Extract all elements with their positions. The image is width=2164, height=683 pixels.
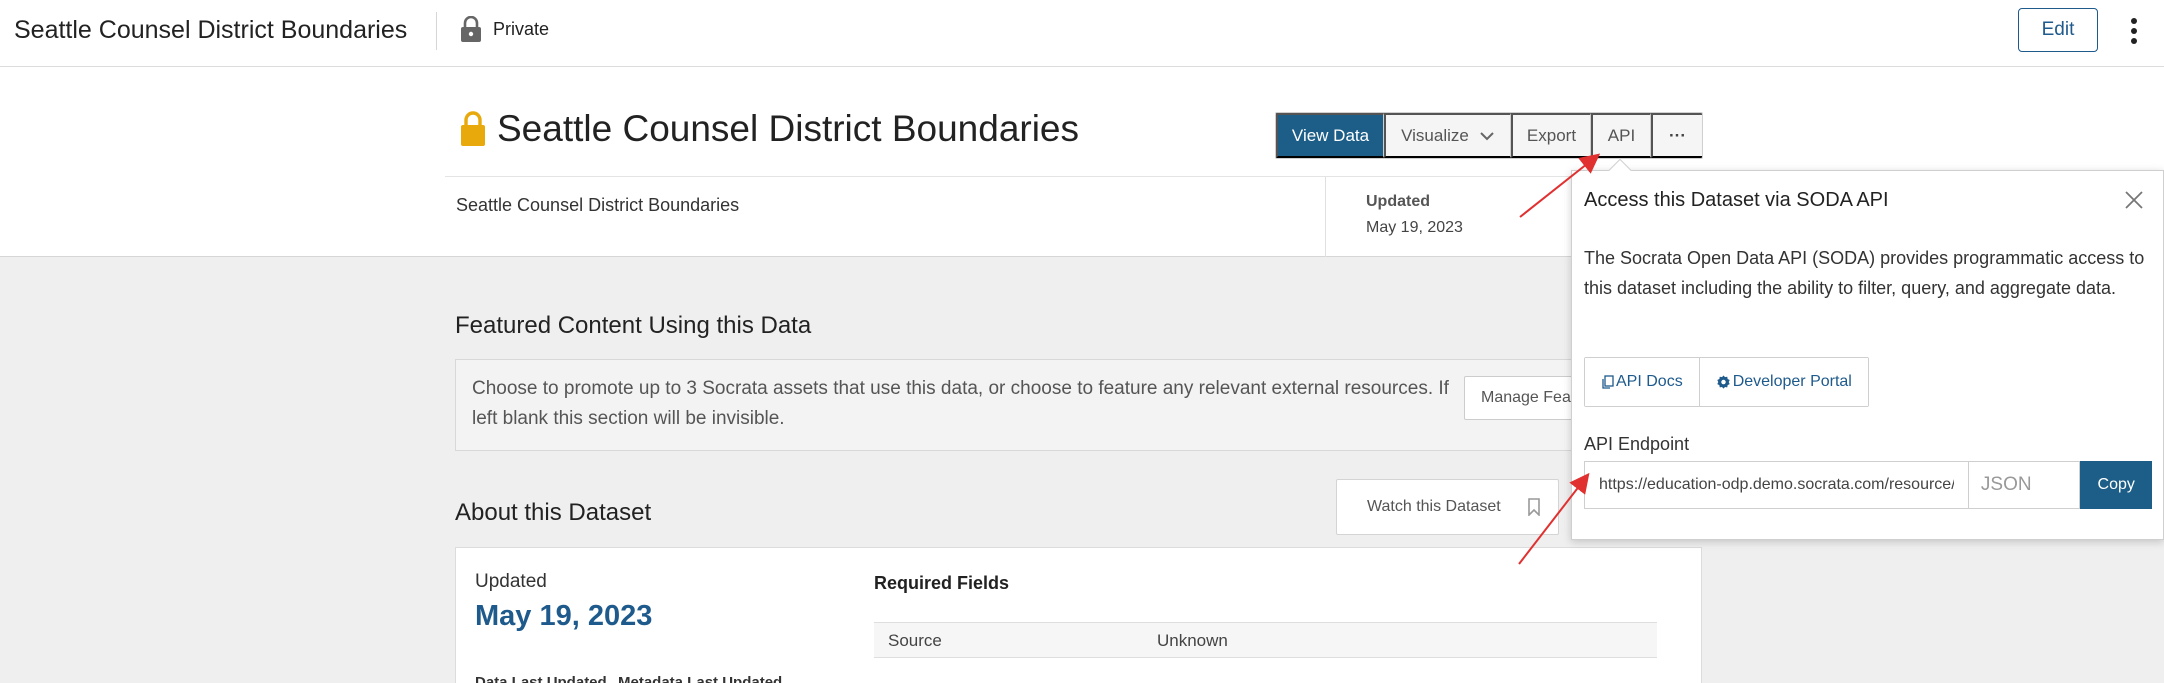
required-field-value: Unknown: [1157, 631, 1228, 650]
copy-button[interactable]: Copy: [2080, 461, 2152, 509]
api-access-popover: Access this Dataset via SODA API The Soc…: [1571, 158, 2164, 540]
view-data-button[interactable]: View Data: [1276, 113, 1384, 158]
dataset-description: Seattle Counsel District Boundaries: [456, 195, 740, 215]
about-updated-date: May 19, 2023: [475, 600, 653, 632]
api-docs-link[interactable]: API Docs: [1585, 358, 1699, 406]
bookmark-icon: [1528, 498, 1540, 516]
updated-label: Updated: [1366, 193, 1430, 210]
visualize-button[interactable]: Visualize: [1384, 113, 1511, 158]
divider: [1325, 177, 1326, 257]
chevron-down-icon: [1480, 131, 1494, 140]
gear-icon: [1717, 374, 1730, 389]
featured-content-box: Choose to promote up to 3 Socrata assets…: [455, 359, 1702, 451]
api-endpoint-row: JSON Copy: [1584, 461, 2152, 509]
api-endpoint-field[interactable]: [1584, 461, 1969, 509]
metadata-last-updated-label: Metadata Last Updated: [618, 674, 783, 683]
export-button[interactable]: Export: [1511, 113, 1591, 158]
edit-button[interactable]: Edit: [2018, 8, 2098, 52]
top-header-bar: Seattle Counsel District Boundaries Priv…: [0, 0, 2164, 67]
about-dataset-card: Updated May 19, 2023 Data Last Updated M…: [455, 547, 1702, 683]
about-updated-label: Updated: [475, 571, 547, 592]
api-docs-label: API Docs: [1616, 373, 1683, 390]
api-button[interactable]: API: [1591, 113, 1651, 158]
dataset-action-bar: View Data Visualize Export API ···: [1275, 112, 1703, 159]
api-popover-description: The Socrata Open Data API (SODA) provide…: [1584, 248, 2145, 298]
kebab-menu-icon[interactable]: [2124, 16, 2144, 46]
required-fields-title: Required Fields: [874, 573, 1010, 593]
featured-content-text: Choose to promote up to 3 Socrata assets…: [472, 378, 1449, 429]
updated-date: May 19, 2023: [1366, 219, 1463, 236]
close-icon[interactable]: [2123, 189, 2145, 211]
required-field-key: Source: [888, 631, 942, 650]
api-popover-title: Access this Dataset via SODA API: [1584, 189, 1889, 211]
dataset-title: Seattle Counsel District Boundaries: [497, 108, 1080, 149]
api-endpoint-label: API Endpoint: [1584, 434, 1690, 454]
visualize-label: Visualize: [1401, 125, 1469, 145]
about-dataset-heading: About this Dataset: [455, 499, 652, 526]
featured-content-heading: Featured Content Using this Data: [455, 312, 812, 339]
divider: [445, 176, 1702, 177]
visibility-status: Private: [493, 19, 550, 39]
data-last-updated-label: Data Last Updated: [475, 674, 607, 683]
more-actions-button[interactable]: ···: [1651, 113, 1702, 158]
document-copy-icon: [1602, 375, 1614, 389]
lock-icon: [461, 111, 485, 146]
developer-portal-link[interactable]: Developer Portal: [1698, 358, 1868, 406]
watch-dataset-label: Watch this Dataset: [1367, 498, 1501, 515]
table-row: Source Unknown: [874, 622, 1657, 658]
api-links: API Docs Developer Portal: [1584, 357, 1869, 407]
header-separator: [436, 12, 437, 50]
lock-icon: [461, 16, 481, 42]
watch-dataset-button[interactable]: Watch this Dataset: [1336, 479, 1559, 535]
format-select[interactable]: JSON: [1968, 461, 2081, 509]
developer-portal-label: Developer Portal: [1732, 373, 1852, 390]
header-title: Seattle Counsel District Boundaries: [14, 16, 408, 44]
